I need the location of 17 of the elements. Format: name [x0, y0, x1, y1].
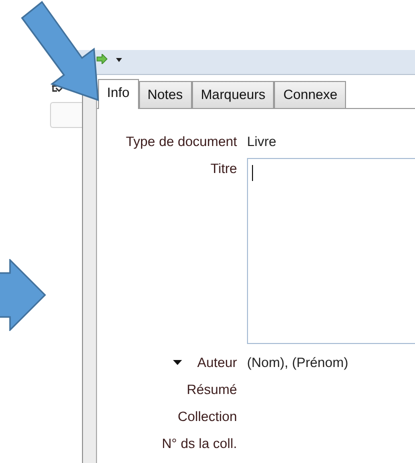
annotation-arrow	[0, 259, 48, 331]
field-value[interactable]: (Nom), (Prénom)	[247, 355, 348, 370]
tab[interactable]: Notes	[138, 81, 192, 108]
tab[interactable]: Connexe	[274, 81, 346, 108]
field-value[interactable]: Livre	[247, 134, 276, 149]
expand-icon[interactable]	[173, 360, 182, 365]
tab[interactable]: Marqueurs	[192, 81, 274, 108]
field-label: N° ds la coll.	[162, 435, 237, 452]
title-field[interactable]	[247, 158, 415, 344]
tab[interactable]: Info	[98, 79, 139, 109]
field-label: Type de document	[126, 133, 237, 150]
field-label: Résumé	[186, 381, 237, 398]
field-label: Titre	[210, 160, 237, 177]
forward-arrow-icon[interactable]	[96, 54, 108, 64]
field-label: Collection	[178, 408, 237, 425]
field-label: Auteur	[197, 354, 237, 371]
text-cursor	[252, 165, 253, 181]
